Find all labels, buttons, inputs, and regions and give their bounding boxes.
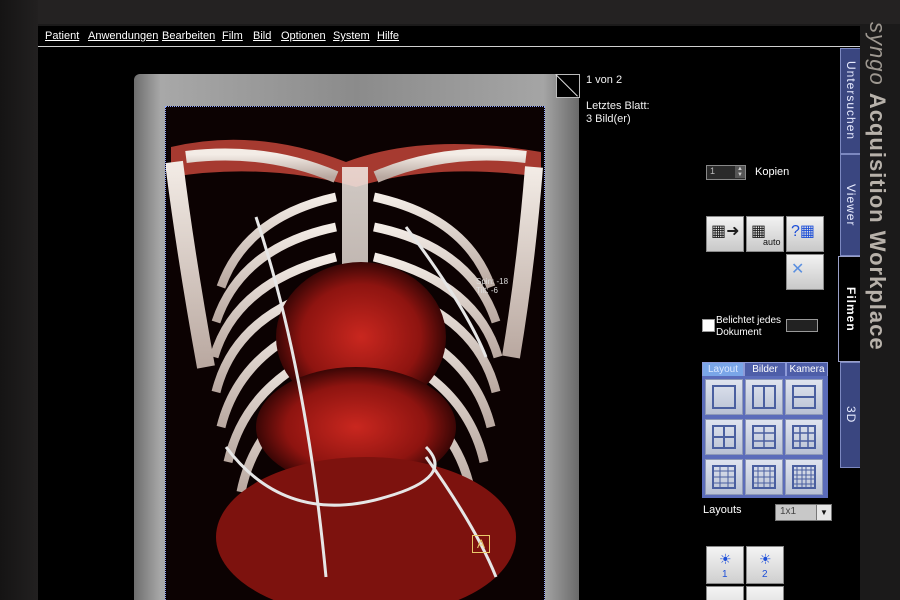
tab-bilder[interactable]: Bilder [744, 362, 786, 377]
layout-2x2-button[interactable] [705, 419, 743, 455]
brand-logo: syngo Acquisition Workplace [862, 22, 892, 402]
film-help-button[interactable]: ?▦ [786, 216, 824, 252]
layout-5x5-button[interactable] [785, 459, 823, 495]
layout-3x4-button[interactable] [705, 459, 743, 495]
copies-label: Kopien [755, 166, 790, 178]
menu-film[interactable]: Film [222, 30, 243, 42]
film-last-sheet-label: Letztes Blatt: [586, 100, 650, 112]
layout-2x3-icon [752, 425, 776, 449]
layouts-label: Layouts [703, 504, 742, 516]
menu-optionen[interactable]: Optionen [281, 30, 326, 42]
layout-2x3-button[interactable] [745, 419, 783, 455]
menu-anwendungen[interactable]: Anwendungen [88, 30, 158, 42]
volume-rendering-image [166, 107, 544, 600]
layouts-dropdown[interactable]: 1x1 ▼ [775, 504, 832, 521]
layout-3x3-icon [792, 425, 816, 449]
expose-each-document-label: Belichtet jedes Dokument [716, 315, 781, 339]
monitor-bezel-top [0, 0, 900, 24]
brand-word-syngo: syngo [865, 22, 890, 86]
film-send-icon: ▦➜ [711, 223, 740, 240]
menu-system[interactable]: System [333, 30, 370, 42]
auto-film-button[interactable]: ▦ auto [746, 216, 784, 252]
film-delete-button[interactable]: ✕ [786, 254, 824, 290]
tab-layout[interactable]: Layout [702, 362, 744, 377]
overlay-spin: Spin: -18 [476, 277, 509, 286]
light-2-button[interactable]: ☀ 2 [746, 546, 784, 584]
layout-1x1-button[interactable] [705, 379, 743, 415]
expose-count-field[interactable] [786, 319, 818, 332]
layouts-dropdown-value: 1x1 [780, 506, 797, 517]
tab-3d[interactable]: 3D [840, 362, 860, 468]
expose-label-line1: Belichtet jedes [716, 315, 782, 326]
light-3-button[interactable] [706, 586, 744, 600]
copies-down-icon[interactable]: ▼ [735, 172, 745, 178]
menu-bar: Patient Anwendungen Bearbeiten Film Bild… [38, 26, 860, 47]
overlay-tilt: Tilt: -6 [476, 286, 498, 295]
layout-4x4-icon [752, 465, 776, 489]
menu-bild[interactable]: Bild [253, 30, 271, 42]
expose-label-line2: Dokument [716, 327, 762, 338]
copies-stepper[interactable]: 1 ▲ ▼ [706, 165, 746, 180]
tab-viewer[interactable]: Viewer [840, 154, 860, 256]
film-delete-icon: ✕ [791, 261, 805, 278]
chevron-down-icon[interactable]: ▼ [816, 505, 831, 520]
menu-bearbeiten[interactable]: Bearbeiten [162, 30, 215, 42]
menu-hilfe[interactable]: Hilfe [377, 30, 399, 42]
layout-2x1-icon [792, 385, 816, 409]
send-to-film-button[interactable]: ▦➜ [706, 216, 744, 252]
film-page-number: 1 von 2 [586, 74, 623, 86]
brand-word-acquisition: Acquisition Workplace [865, 92, 890, 351]
film-page-info: 1 von 2 Letztes Blatt: 3 Bild(er) [586, 74, 650, 126]
layout-2x2-icon [712, 425, 736, 449]
layout-1x1-icon [712, 385, 736, 409]
application-screen: Patient Anwendungen Bearbeiten Film Bild… [38, 26, 860, 600]
tab-untersuchen[interactable]: Untersuchen [840, 48, 860, 154]
auto-label: auto [763, 237, 781, 247]
light-1-label: 1 [722, 569, 728, 580]
light-4-button[interactable] [746, 586, 784, 600]
monitor-bezel-left [0, 0, 38, 600]
film-help-icon: ?▦ [791, 223, 816, 240]
layout-5x5-icon [792, 465, 816, 489]
layout-3x3-button[interactable] [785, 419, 823, 455]
sun-icon: ☀ [759, 551, 772, 567]
copies-value: 1 [710, 166, 716, 176]
film-image-frame[interactable]: Spin: -18 Tilt: -6 A [165, 106, 545, 600]
orientation-overlay: Spin: -18 Tilt: -6 [476, 277, 508, 295]
layout-4x4-button[interactable] [745, 459, 783, 495]
tab-kamera[interactable]: Kamera [786, 362, 828, 377]
layout-3x4-icon [712, 465, 736, 489]
expose-each-document-checkbox[interactable] [702, 319, 715, 332]
film-image-count: 3 Bild(er) [586, 113, 631, 125]
layout-1x2-icon [752, 385, 776, 409]
menu-patient[interactable]: Patient [45, 30, 79, 42]
layout-grid [702, 376, 828, 498]
orientation-marker: A [472, 535, 490, 553]
light-1-button[interactable]: ☀ 1 [706, 546, 744, 584]
layout-1x2-button[interactable] [745, 379, 783, 415]
film-settings-tabs: Layout Bilder Kamera [702, 362, 828, 377]
light-2-label: 2 [762, 569, 768, 580]
sun-icon: ☀ [719, 551, 732, 567]
layout-2x1-button[interactable] [785, 379, 823, 415]
tab-filmen[interactable]: Filmen [838, 256, 860, 362]
